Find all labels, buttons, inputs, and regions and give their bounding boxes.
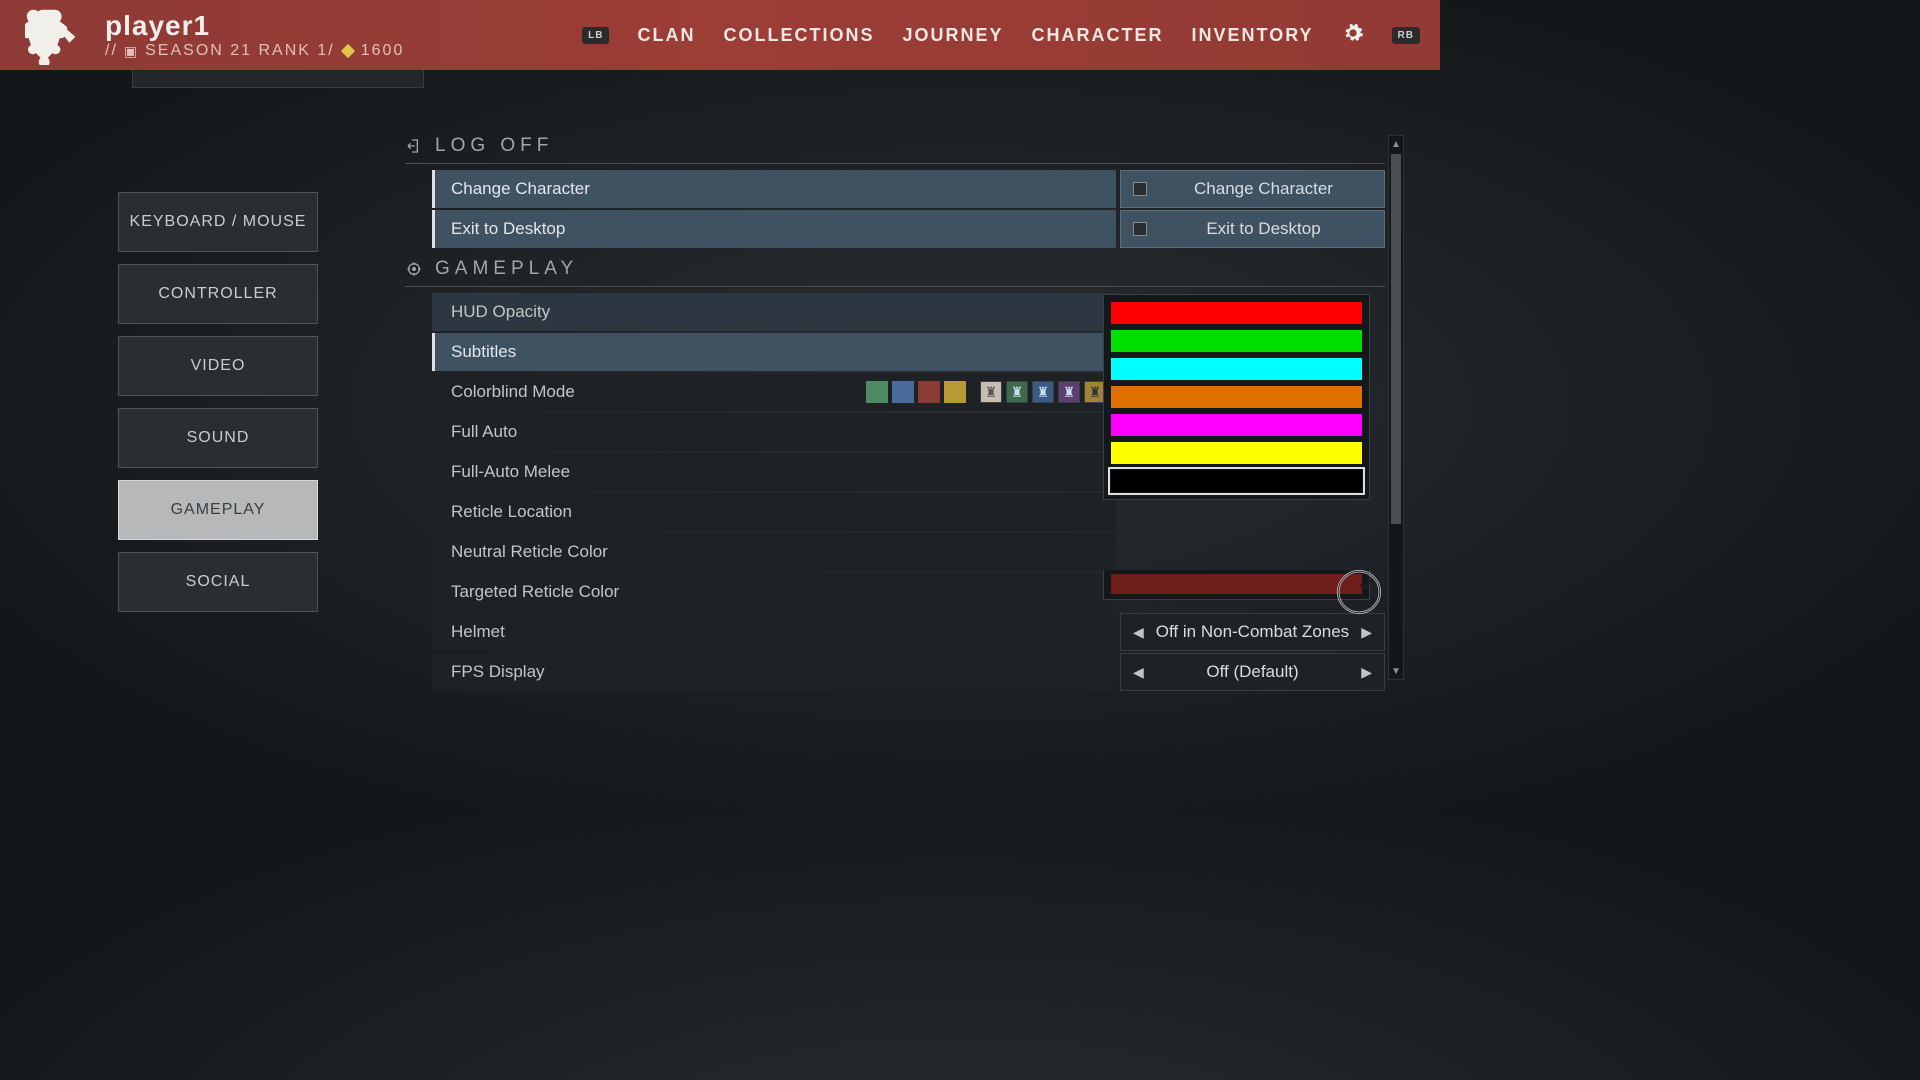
nav-character[interactable]: CHARACTER: [1032, 25, 1164, 46]
swatch-gold: [944, 381, 966, 403]
sidebar-item-sound[interactable]: SOUND: [118, 408, 318, 468]
helmet-value: Off in Non-Combat Zones: [1144, 622, 1361, 642]
color-option-cyan[interactable]: [1111, 358, 1362, 380]
content-scrollbar[interactable]: ▲ ▼: [1388, 135, 1404, 680]
exit-desktop-right[interactable]: Exit to Desktop: [1120, 210, 1385, 248]
sidebar-item-controller[interactable]: CONTROLLER: [118, 264, 318, 324]
helmet-next-icon[interactable]: ▶: [1361, 624, 1372, 641]
row-subtitles[interactable]: Subtitles: [432, 333, 1116, 371]
section-header-gameplay: GAMEPLAY: [405, 258, 1385, 287]
change-character-button[interactable]: Change Character: [432, 170, 1116, 208]
swatch-blue: [892, 381, 914, 403]
rb-bumper-icon[interactable]: RB: [1392, 27, 1420, 44]
scroll-down-icon[interactable]: ▼: [1389, 663, 1403, 679]
scroll-up-icon[interactable]: ▲: [1389, 136, 1403, 152]
gameplay-icon: [405, 260, 423, 278]
fps-value: Off (Default): [1144, 662, 1361, 682]
swatch-red: [918, 381, 940, 403]
color-option-green[interactable]: [1111, 330, 1362, 352]
row-helmet[interactable]: Helmet: [432, 613, 1116, 651]
color-picker-panel[interactable]: [1103, 294, 1370, 500]
player-name: player1: [105, 10, 404, 42]
helm-icon-2: ♜: [1006, 381, 1028, 403]
color-option-yellow[interactable]: [1111, 442, 1362, 464]
settings-sidebar: KEYBOARD / MOUSE CONTROLLER VIDEO SOUND …: [118, 192, 318, 612]
color-option-darkred[interactable]: [1111, 574, 1362, 594]
scroll-thumb[interactable]: [1391, 154, 1401, 524]
row-targeted-reticle-color[interactable]: Targeted Reticle Color: [432, 573, 1116, 611]
colorblind-swatches: ♜ ♜ ♜ ♜ ♜: [866, 381, 1106, 403]
top-nav: LB CLAN COLLECTIONS JOURNEY CHARACTER IN…: [582, 22, 1420, 49]
color-option-red[interactable]: [1111, 302, 1362, 324]
nav-inventory[interactable]: INVENTORY: [1192, 25, 1314, 46]
helm-icon-1: ♜: [980, 381, 1002, 403]
doc-icon: [1133, 182, 1147, 196]
player-subline: // ▣ SEASON 21 RANK 1/ 1600: [105, 42, 404, 60]
exit-desktop-button[interactable]: Exit to Desktop: [432, 210, 1116, 248]
sidebar-item-keyboard-mouse[interactable]: KEYBOARD / MOUSE: [118, 192, 318, 252]
sidebar-item-gameplay[interactable]: GAMEPLAY: [118, 480, 318, 540]
helmet-selector[interactable]: ◀ Off in Non-Combat Zones ▶: [1120, 613, 1385, 651]
row-fps-display[interactable]: FPS Display: [432, 653, 1116, 691]
row-full-auto[interactable]: Full Auto: [432, 413, 1116, 451]
helm-icon-3: ♜: [1032, 381, 1054, 403]
row-full-auto-melee[interactable]: Full-Auto Melee: [432, 453, 1116, 491]
section-header-logoff: LOG OFF: [405, 135, 1385, 164]
nav-clan[interactable]: CLAN: [637, 25, 695, 46]
lb-bumper-icon[interactable]: LB: [582, 27, 609, 44]
searchbar-remnant: [132, 70, 424, 88]
top-header: player1 // ▣ SEASON 21 RANK 1/ 1600 LB C…: [0, 0, 1440, 70]
fps-next-icon[interactable]: ▶: [1361, 664, 1372, 681]
row-neutral-reticle-color[interactable]: Neutral Reticle Color: [432, 533, 1116, 571]
sidebar-item-video[interactable]: VIDEO: [118, 336, 318, 396]
helmet-prev-icon[interactable]: ◀: [1133, 624, 1144, 641]
fps-selector[interactable]: ◀ Off (Default) ▶: [1120, 653, 1385, 691]
row-change-character: Change Character Change Character: [432, 170, 1385, 208]
swatch-green: [866, 381, 888, 403]
logoff-icon: [405, 137, 423, 155]
row-exit-desktop: Exit to Desktop Exit to Desktop: [432, 210, 1385, 248]
doc-icon: [1133, 222, 1147, 236]
nav-journey[interactable]: JOURNEY: [902, 25, 1003, 46]
power-diamond-icon: [341, 44, 355, 58]
row-colorblind-mode[interactable]: Colorblind Mode ♜ ♜ ♜ ♜ ♜: [432, 373, 1116, 411]
fps-prev-icon[interactable]: ◀: [1133, 664, 1144, 681]
sidebar-item-social[interactable]: SOCIAL: [118, 552, 318, 612]
nav-collections[interactable]: COLLECTIONS: [723, 25, 874, 46]
color-option-magenta[interactable]: [1111, 414, 1362, 436]
change-character-right[interactable]: Change Character: [1120, 170, 1385, 208]
row-reticle-location[interactable]: Reticle Location: [432, 493, 1116, 531]
settings-gear-icon[interactable]: [1342, 22, 1364, 49]
faction-icon: [20, 0, 90, 70]
player-block: player1 // ▣ SEASON 21 RANK 1/ 1600: [105, 10, 404, 60]
row-hud-opacity[interactable]: HUD Opacity: [432, 293, 1116, 331]
color-option-black[interactable]: [1111, 470, 1362, 492]
helm-icon-4: ♜: [1058, 381, 1080, 403]
color-option-orange[interactable]: [1111, 386, 1362, 408]
